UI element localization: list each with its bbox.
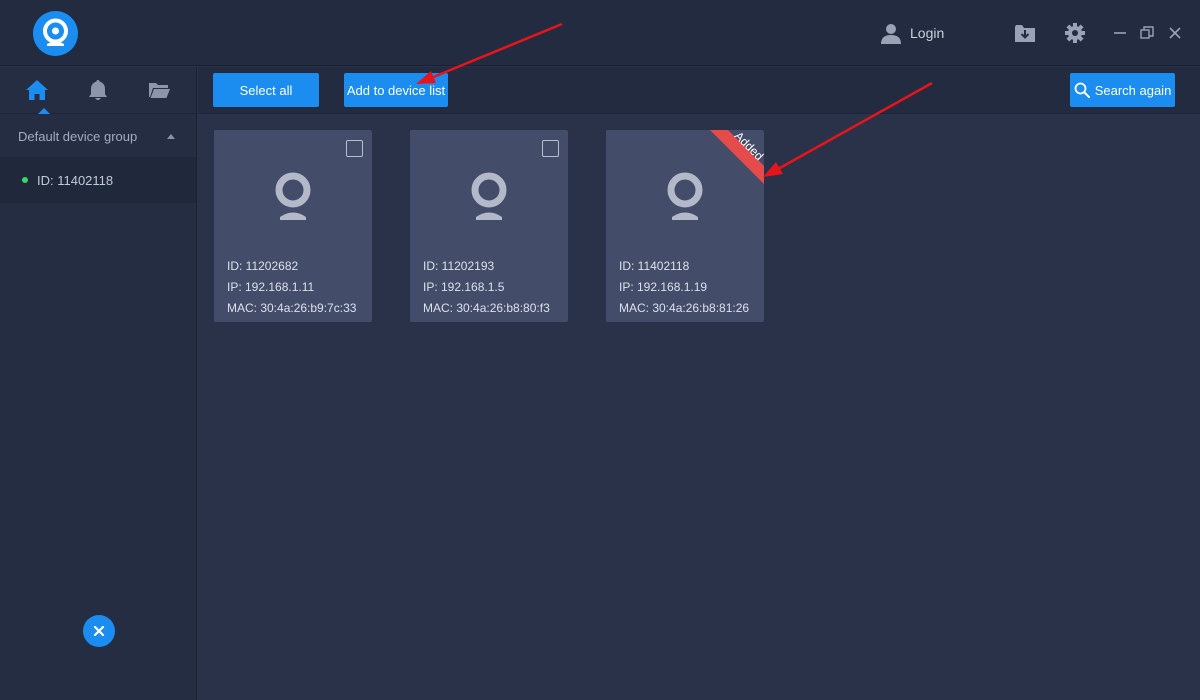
restore-icon[interactable] [1140, 26, 1154, 40]
device-id: ID: 11202682 [227, 259, 299, 273]
download-folder-icon[interactable] [1014, 22, 1036, 44]
search-again-label: Search again [1094, 82, 1172, 98]
folder-icon [149, 83, 170, 98]
sidebar: Default device group ID: 11402118 [0, 67, 197, 700]
device-card[interactable]: ID: 11202682 IP: 192.168.1.11 MAC: 30:4a… [214, 130, 372, 322]
tab-files[interactable] [129, 67, 189, 114]
device-id: ID: 11202193 [423, 259, 495, 273]
tab-alerts[interactable] [68, 67, 128, 114]
camera-icon [667, 172, 703, 220]
sidebar-device-item[interactable]: ID: 11402118 [0, 157, 196, 203]
tab-home[interactable] [7, 67, 67, 114]
device-ip: IP: 192.168.1.5 [423, 280, 505, 294]
select-all-button[interactable]: Select all [213, 73, 319, 107]
collapse-caret-icon [167, 134, 175, 139]
home-icon [26, 80, 48, 100]
device-info: ID: 11202682 IP: 192.168.1.11 MAC: 30:4a… [227, 256, 356, 319]
active-tab-indicator [38, 108, 50, 114]
search-icon [1074, 82, 1090, 98]
add-to-device-list-button[interactable]: Add to device list [344, 73, 448, 107]
device-info: ID: 11202193 IP: 192.168.1.5 MAC: 30:4a:… [423, 256, 550, 319]
minimize-icon[interactable] [1113, 26, 1127, 40]
device-group-header[interactable]: Default device group [0, 115, 196, 157]
app-logo-icon [33, 11, 78, 56]
camera-icon [275, 172, 311, 220]
device-group-label: Default device group [18, 128, 138, 144]
online-status-dot [22, 177, 28, 183]
bell-icon [89, 80, 107, 100]
user-icon [881, 24, 901, 44]
device-mac: MAC: 30:4a:26:b8:80:f3 [423, 301, 550, 315]
close-icon[interactable] [1168, 26, 1182, 40]
sidebar-tabs [0, 67, 197, 114]
device-card[interactable]: ID: 11202193 IP: 192.168.1.5 MAC: 30:4a:… [410, 130, 568, 322]
close-panel-button[interactable] [83, 615, 115, 647]
toolbar: Select all Add to device list Search aga… [198, 67, 1200, 114]
device-ip: IP: 192.168.1.19 [619, 280, 708, 294]
device-id: ID: 11402118 [619, 259, 690, 273]
camera-icon [471, 172, 507, 220]
sidebar-device-label: ID: 11402118 [37, 172, 114, 188]
login-label: Login [910, 25, 945, 41]
gear-icon[interactable] [1064, 22, 1086, 44]
login-button[interactable]: Login [880, 22, 944, 44]
device-select-checkbox[interactable] [542, 140, 559, 157]
title-bar: Login [0, 0, 1200, 66]
device-ip: IP: 192.168.1.11 [227, 280, 315, 294]
close-x-icon [93, 625, 105, 637]
device-card[interactable]: Added ID: 11402118 IP: 192.168.1.19 MAC:… [606, 130, 764, 322]
device-select-checkbox[interactable] [346, 140, 363, 157]
device-mac: MAC: 30:4a:26:b8:81:26 [619, 301, 750, 315]
search-again-button[interactable]: Search again [1070, 73, 1175, 107]
device-info: ID: 11402118 IP: 192.168.1.19 MAC: 30:4a… [619, 256, 749, 319]
device-mac: MAC: 30:4a:26:b9:7c:33 [227, 301, 357, 315]
